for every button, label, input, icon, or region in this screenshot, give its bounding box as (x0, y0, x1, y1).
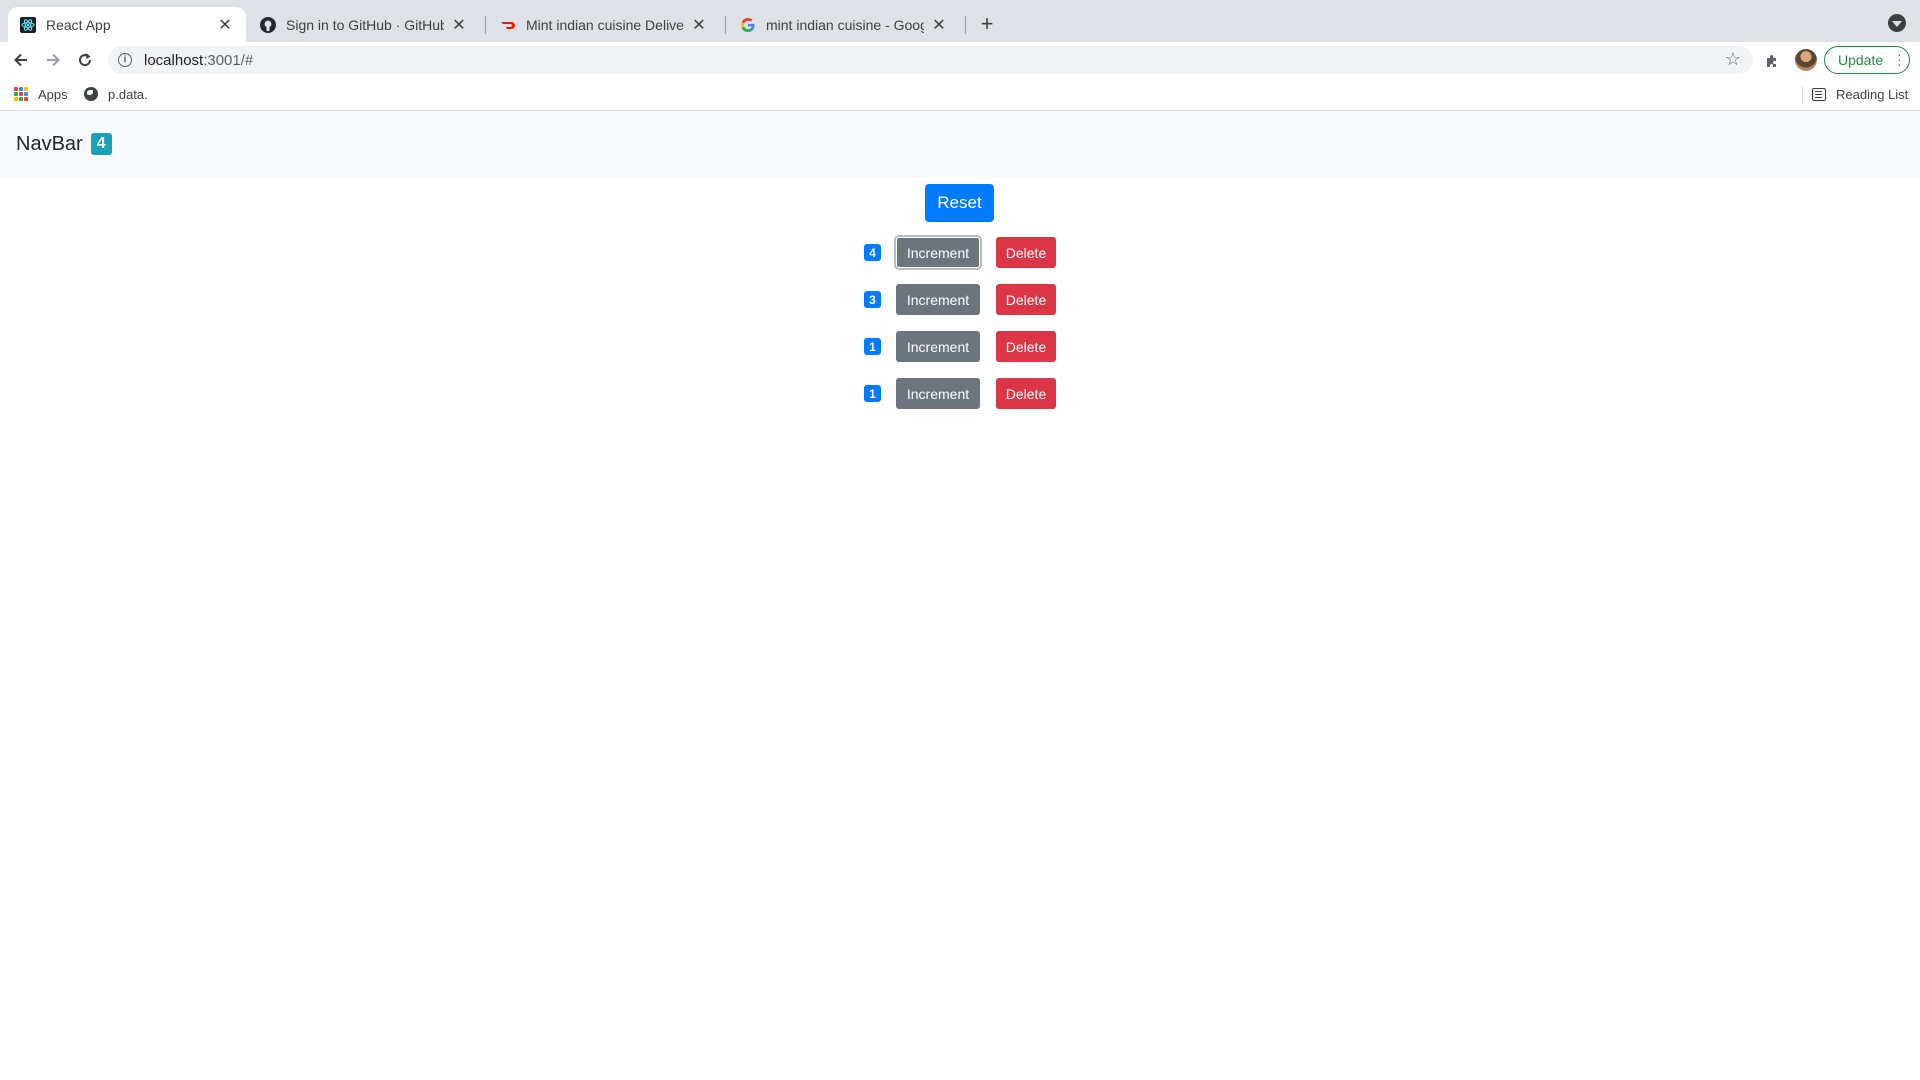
tab-separator (725, 16, 726, 34)
bookmarks-bar: Apps p.data. Reading List (0, 78, 1920, 111)
bookmark-separator (1802, 86, 1803, 104)
counter-row: 1 Increment Delete (864, 331, 1056, 362)
url-path: :3001/# (203, 51, 254, 69)
browser-toolbar: i localhost:3001/# ☆ Update · · · (0, 42, 1920, 78)
new-tab-button[interactable]: + (975, 11, 999, 36)
menu-dots-icon[interactable]: · · · (1897, 47, 1902, 71)
doordash-icon (500, 17, 516, 33)
globe-icon (84, 87, 98, 101)
google-icon (740, 17, 756, 33)
close-tab-icon[interactable]: ✕ (450, 16, 468, 34)
tab-strip: React App ✕ Sign in to GitHub · GitHub ✕… (0, 0, 1920, 42)
increment-button[interactable]: Increment (896, 378, 980, 409)
close-tab-icon[interactable]: ✕ (690, 16, 708, 34)
bookmark-star-icon[interactable]: ☆ (1725, 49, 1741, 70)
increment-button[interactable]: Increment (896, 237, 980, 268)
increment-button[interactable]: Increment (896, 284, 980, 315)
extensions-puzzle-icon[interactable] (1763, 51, 1783, 71)
delete-button[interactable]: Delete (996, 237, 1056, 268)
reset-button[interactable]: Reset (925, 184, 994, 222)
tab-search-icon[interactable] (1888, 14, 1906, 32)
tab-separator (485, 16, 486, 34)
increment-button[interactable]: Increment (896, 331, 980, 362)
forward-arrow-icon[interactable] (41, 48, 65, 72)
back-arrow-icon[interactable] (9, 48, 33, 72)
bookmark-apps[interactable]: Apps (14, 85, 68, 103)
tab-doordash[interactable]: Mint indian cuisine Delivery in C ✕ (488, 7, 720, 42)
counter-row: 1 Increment Delete (864, 378, 1056, 409)
address-bar[interactable]: i localhost:3001/# ☆ (108, 46, 1753, 74)
update-button[interactable]: Update · · · (1824, 46, 1910, 74)
bookmark-label: Apps (38, 86, 68, 102)
delete-button[interactable]: Delete (996, 378, 1056, 409)
tab-google[interactable]: mint indian cuisine - Google Se ✕ (728, 7, 960, 42)
reading-list-label: Reading List (1836, 86, 1909, 102)
url-host: localhost (144, 51, 204, 69)
counter-value-badge: 4 (864, 244, 881, 261)
counter-value-badge: 3 (864, 291, 881, 308)
tab-title: React App (46, 16, 111, 33)
tab-separator (965, 16, 966, 34)
close-tab-icon[interactable]: ✕ (216, 16, 234, 34)
navbar-brand[interactable]: NavBar (16, 133, 83, 156)
profile-avatar[interactable] (1795, 49, 1817, 71)
counter-row: 4 Increment Delete (864, 237, 1056, 268)
github-icon (260, 16, 276, 33)
tab-github[interactable]: Sign in to GitHub · GitHub ✕ (248, 7, 480, 42)
tab-title: Mint indian cuisine Delivery in C (526, 16, 684, 33)
tab-title: Sign in to GitHub · GitHub (286, 16, 444, 33)
apps-grid-icon (14, 87, 28, 101)
page-content: NavBar 4 Reset 4 Increment Delete 3 Incr… (0, 111, 1920, 1080)
tab-title: mint indian cuisine - Google Se (766, 16, 924, 33)
counter-value-badge: 1 (864, 338, 881, 355)
bookmark-label: p.data. (108, 86, 148, 102)
tab-react-app[interactable]: React App ✕ (8, 7, 246, 42)
app-navbar: NavBar 4 (0, 111, 1920, 177)
bookmark-pdata[interactable]: p.data. (84, 85, 148, 103)
reading-list-button[interactable]: Reading List (1812, 85, 1908, 103)
reading-list-icon (1812, 87, 1826, 101)
total-count-badge: 4 (90, 133, 112, 155)
counter-value-badge: 1 (864, 385, 881, 402)
site-info-icon[interactable]: i (118, 53, 132, 67)
delete-button[interactable]: Delete (996, 284, 1056, 315)
react-icon (20, 16, 36, 33)
counter-row: 3 Increment Delete (864, 284, 1056, 315)
delete-button[interactable]: Delete (996, 331, 1056, 362)
update-label: Update (1838, 52, 1884, 68)
reload-icon[interactable] (73, 48, 97, 72)
close-tab-icon[interactable]: ✕ (930, 16, 948, 34)
